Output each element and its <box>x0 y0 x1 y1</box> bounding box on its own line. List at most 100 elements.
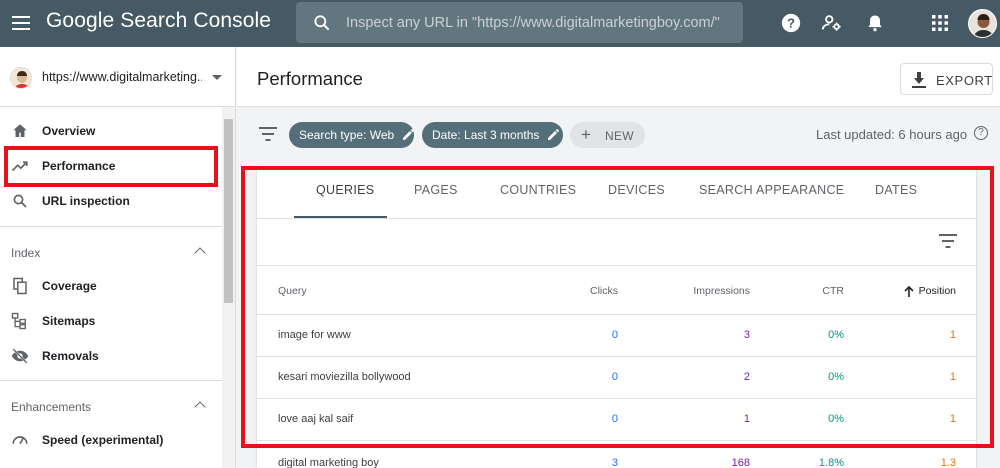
manage-users-icon[interactable] <box>820 11 844 35</box>
tab-countries[interactable]: COUNTRIES <box>500 183 576 197</box>
speedometer-icon <box>12 436 28 445</box>
sidebar-item-sitemaps[interactable]: Sitemaps <box>0 304 222 338</box>
new-filter-label: NEW <box>605 129 634 143</box>
filter-chip-date[interactable]: Date: Last 3 months <box>422 122 563 148</box>
sidebar-item-url-inspection[interactable]: URL inspection <box>0 184 222 218</box>
menu-icon[interactable] <box>12 12 34 34</box>
report-table-card: QUERIES PAGES COUNTRIES DEVICES SEARCH A… <box>257 165 976 468</box>
app-title[interactable]: Google Search Console <box>46 9 271 33</box>
sitemap-icon <box>11 312 26 330</box>
filter-chip-search-type[interactable]: Search type: Web <box>289 122 414 148</box>
cell-clicks: 3 <box>611 457 618 468</box>
account-avatar[interactable] <box>968 9 997 38</box>
cell-clicks: 0 <box>611 329 618 341</box>
download-icon <box>912 72 926 88</box>
sidebar-item-removals[interactable]: Removals <box>0 339 222 373</box>
search-icon <box>314 15 330 31</box>
sidebar-item-speed[interactable]: Speed (experimental) <box>0 423 222 457</box>
cell-position: 1 <box>949 371 956 383</box>
url-inspection-search[interactable] <box>296 2 743 43</box>
new-filter-button[interactable]: + NEW <box>570 122 645 148</box>
tab-dates[interactable]: DATES <box>875 183 917 197</box>
app-bar: Google Search Console ? <box>0 0 1000 47</box>
cell-impressions: 1 <box>743 413 750 425</box>
sidebar: https://www.digitalmarketing... Overview… <box>0 47 236 468</box>
home-icon <box>13 124 27 137</box>
column-header-position[interactable]: Position <box>904 285 956 297</box>
column-header-query[interactable]: Query <box>278 285 307 297</box>
cell-position: 1.3 <box>940 457 956 468</box>
cell-query: image for www <box>278 329 351 341</box>
apps-grid-icon[interactable] <box>928 11 952 35</box>
file-copy-icon <box>13 277 27 295</box>
caret-down-icon[interactable] <box>212 75 222 80</box>
column-header-impressions[interactable]: Impressions <box>693 285 750 297</box>
sidebar-item-label: Sitemaps <box>42 314 96 328</box>
sidebar-item-performance[interactable]: Performance <box>0 149 222 183</box>
divider <box>0 380 222 381</box>
chip-label: Date: Last 3 months <box>432 128 540 142</box>
chevron-up-icon[interactable] <box>194 247 206 259</box>
tab-queries[interactable]: QUERIES <box>316 183 374 197</box>
notifications-icon[interactable] <box>863 11 887 35</box>
active-tab-indicator <box>294 216 387 218</box>
table-row[interactable]: kesari moviezilla bollywood 0 2 0% 1 <box>257 357 976 399</box>
table-row[interactable]: image for www 0 3 0% 1 <box>257 315 976 357</box>
export-label: EXPORT <box>936 73 993 88</box>
tab-pages[interactable]: PAGES <box>414 183 458 197</box>
cell-clicks: 0 <box>611 413 618 425</box>
cell-clicks: 0 <box>611 371 618 383</box>
sidebar-item-label: Performance <box>42 159 116 173</box>
svg-text:?: ? <box>787 16 795 31</box>
help-circle-icon[interactable]: ? <box>974 126 988 140</box>
table-row[interactable]: digital marketing boy 3 168 1.8% 1.3 <box>257 443 976 468</box>
tab-search-appearance[interactable]: SEARCH APPEARANCE <box>699 183 844 197</box>
sidebar-item-label: Removals <box>42 349 99 363</box>
page-header: Performance EXPORT <box>237 47 1000 107</box>
page-title: Performance <box>257 68 363 89</box>
last-updated-text: Last updated: 6 hours ago <box>816 127 968 142</box>
cell-query: kesari moviezilla bollywood <box>278 371 411 383</box>
plus-icon: + <box>581 125 591 144</box>
sidebar-item-label: Overview <box>42 124 96 138</box>
export-button[interactable]: EXPORT <box>900 63 993 95</box>
table-row[interactable]: love aaj kal saif 0 1 0% 1 <box>257 399 976 441</box>
chip-label: Search type: Web <box>299 128 395 142</box>
property-favicon-icon <box>10 67 32 89</box>
property-url: https://www.digitalmarketing... <box>42 70 202 84</box>
table-filter-icon[interactable] <box>939 234 957 248</box>
sidebar-item-label: URL inspection <box>42 194 130 208</box>
sidebar-item-overview[interactable]: Overview <box>0 114 222 148</box>
sort-arrow-up-icon <box>904 285 914 297</box>
eye-off-icon <box>11 348 29 364</box>
cell-impressions: 2 <box>743 371 750 383</box>
divider <box>0 226 222 227</box>
chevron-up-icon[interactable] <box>194 401 206 413</box>
search-input[interactable] <box>346 2 736 43</box>
search-icon <box>13 194 27 208</box>
sidebar-scroll-thumb[interactable] <box>224 119 233 303</box>
cell-ctr: 0% <box>828 413 844 425</box>
cell-impressions: 3 <box>743 329 750 341</box>
cell-ctr: 0% <box>828 371 844 383</box>
table-header: Query Clicks Impressions CTR Position <box>257 265 976 315</box>
section-title-index: Index <box>11 246 41 260</box>
cell-impressions: 168 <box>731 457 750 468</box>
column-header-clicks[interactable]: Clicks <box>590 285 618 297</box>
filter-icon[interactable] <box>259 127 277 141</box>
tab-devices[interactable]: DEVICES <box>608 183 665 197</box>
section-title-enhancements: Enhancements <box>11 400 92 414</box>
sidebar-item-coverage[interactable]: Coverage <box>0 269 222 303</box>
filter-bar: Search type: Web Date: Last 3 months + N… <box>237 107 1000 163</box>
help-icon[interactable]: ? <box>779 11 803 35</box>
sidebar-item-label: Coverage <box>42 279 97 293</box>
cell-position: 1 <box>949 413 956 425</box>
column-header-position-label: Position <box>918 285 956 297</box>
edit-icon <box>403 129 414 140</box>
cell-query: love aaj kal saif <box>278 413 354 425</box>
property-selector[interactable]: https://www.digitalmarketing... <box>0 47 236 107</box>
trending-up-icon <box>11 161 28 172</box>
cell-position: 1 <box>949 329 956 341</box>
sidebar-item-label: Speed (experimental) <box>42 433 164 447</box>
column-header-ctr[interactable]: CTR <box>822 285 844 297</box>
